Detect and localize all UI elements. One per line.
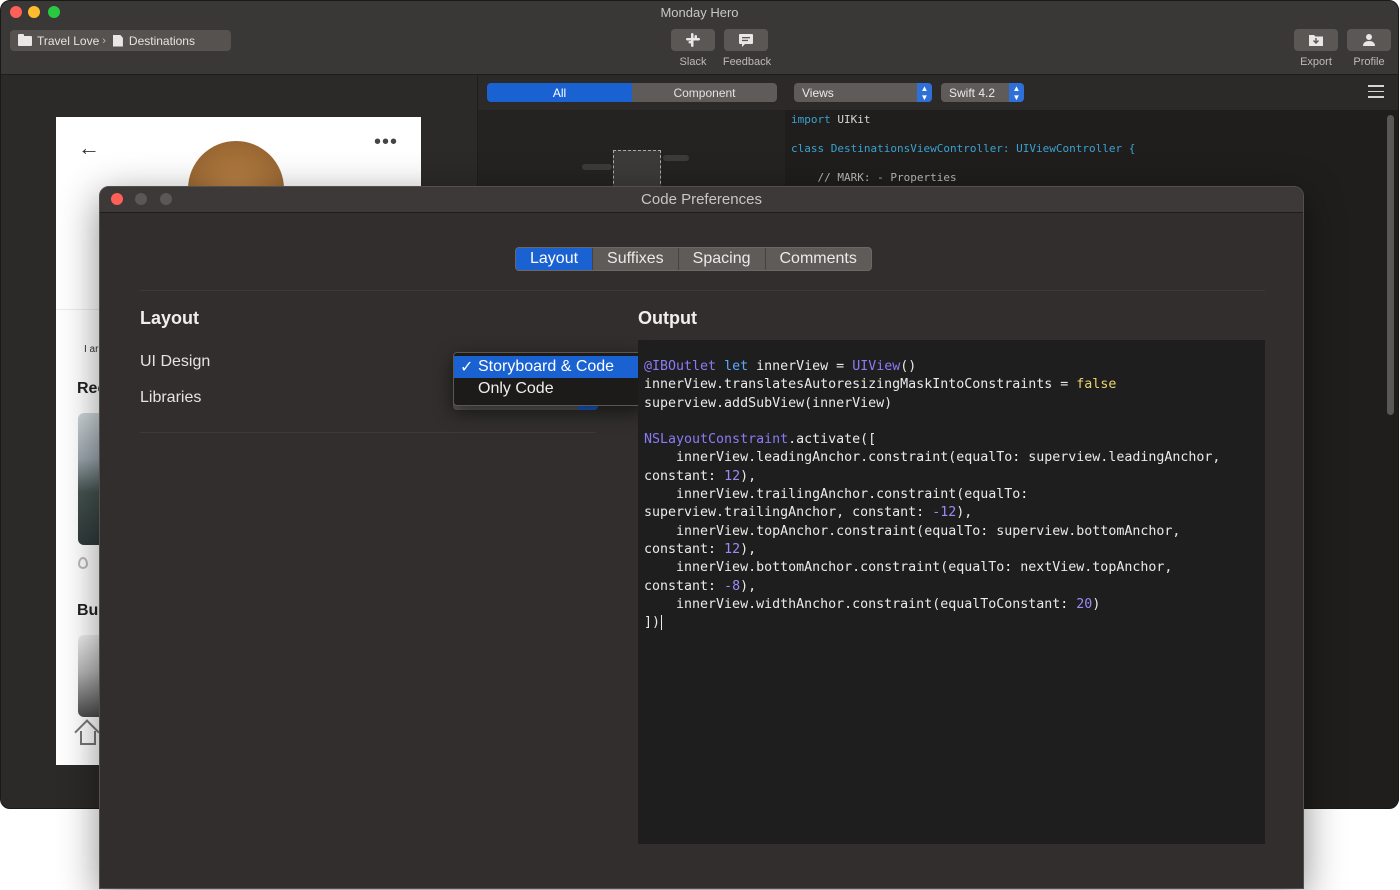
dialog-titlebar: Code Preferences: [100, 187, 1303, 213]
code-line: innerView.topAnchor.constraint(equalTo: …: [644, 523, 1181, 539]
home-icon: [80, 731, 96, 745]
profile-label: Profile: [1353, 56, 1385, 68]
output-heading: Output: [638, 308, 697, 328]
folder-icon: [18, 33, 32, 46]
ui-design-dropdown-menu[interactable]: ✓ Storyboard & Code Only Code: [453, 352, 643, 406]
preview-heading: Bu: [77, 602, 99, 619]
breadcrumb-screen[interactable]: Destinations: [129, 34, 195, 48]
code-line: innerView.widthAnchor.constraint(equalTo…: [644, 596, 1101, 612]
preferences-tabs[interactable]: Layout Suffixes Spacing Comments: [515, 247, 872, 271]
location-pin-icon: [78, 557, 88, 569]
code-keyword: import: [791, 113, 831, 126]
menu-item-label: Only Code: [478, 380, 554, 397]
code-text: DestinationsViewController: UIViewContro…: [824, 142, 1136, 155]
code-line: constant: -8),: [644, 578, 757, 594]
code-toolbar: Views ▲ ▼ Swift 4.2 ▲ ▼: [785, 75, 1398, 110]
code-preferences-dialog: Code Preferences Layout Suffixes Spacing…: [99, 186, 1304, 889]
code-line: innerView.translatesAutoresizingMaskInto…: [644, 377, 1117, 393]
ui-design-label: UI Design: [140, 353, 211, 370]
chevron-updown-icon: ▲ ▼: [917, 83, 932, 102]
profile-button[interactable]: [1347, 29, 1391, 51]
code-line: innerView.leadingAnchor.constraint(equal…: [644, 450, 1221, 466]
more-icon: •••: [374, 131, 399, 153]
sliders-icon[interactable]: [1368, 85, 1384, 99]
divider: [140, 290, 1265, 291]
output-code-view[interactable]: @IBOutlet let innerView = UIView() innerV…: [638, 340, 1265, 844]
slack-icon: [686, 33, 700, 47]
scrollbar[interactable]: [1387, 115, 1394, 415]
checkmark-icon: ✓: [460, 359, 474, 376]
feedback-button[interactable]: [724, 29, 768, 51]
breadcrumb[interactable]: Travel Love › Destinations: [10, 30, 231, 51]
breadcrumb-project[interactable]: Travel Love: [37, 34, 99, 48]
chevron-updown-icon: ▲ ▼: [1009, 83, 1024, 102]
chat-bubble-icon: [739, 33, 753, 47]
back-arrow-icon: ←: [78, 135, 100, 160]
code-line: innerView.bottomAnchor.constraint(equalT…: [644, 560, 1173, 576]
person-icon: [1363, 34, 1375, 46]
swift-version-value: Swift 4.2: [949, 85, 996, 100]
tab-spacing[interactable]: Spacing: [679, 248, 766, 270]
preview-bar: [582, 164, 612, 170]
feedback-label: Feedback: [722, 56, 772, 68]
tab-layout[interactable]: Layout: [516, 248, 594, 270]
code-line: constant: 12),: [644, 468, 757, 484]
code-keyword: class: [791, 142, 825, 155]
document-icon: [112, 34, 123, 47]
code-line: constant: 12),: [644, 541, 757, 557]
code-line: ]): [644, 614, 663, 631]
divider: [140, 432, 596, 433]
code-comment: // MARK: - Properties: [791, 171, 957, 184]
export-button[interactable]: [1294, 29, 1338, 51]
tab-suffixes[interactable]: Suffixes: [593, 248, 679, 270]
tab-comments[interactable]: Comments: [766, 248, 871, 270]
menu-item-only-code[interactable]: Only Code: [454, 378, 642, 400]
segment-all[interactable]: All: [487, 83, 632, 102]
code-line: superview.trailingAnchor, constant: -12)…: [644, 505, 973, 521]
main-titlebar: Monday Hero Travel Love › Destinations S…: [1, 1, 1398, 75]
segment-component[interactable]: Component: [632, 83, 777, 102]
filter-segmented-control[interactable]: All Component: [487, 83, 777, 102]
slack-button[interactable]: [671, 29, 715, 51]
menu-item-storyboard-and-code[interactable]: ✓ Storyboard & Code: [454, 356, 642, 378]
code-line: superview.addSubView(innerView): [644, 395, 893, 411]
layout-heading: Layout: [140, 308, 200, 328]
views-select[interactable]: Views ▲ ▼: [794, 83, 932, 102]
code-text: UIKit: [830, 113, 871, 126]
dialog-title: Code Preferences: [641, 191, 762, 208]
code-line: innerView.trailingAnchor.constraint(equa…: [644, 487, 1029, 503]
export-icon: [1309, 35, 1323, 46]
preview-bar: [663, 155, 689, 161]
text-caret: [661, 614, 663, 630]
views-select-value: Views: [802, 85, 834, 100]
code-line: NSLayoutConstraint.activate([: [644, 432, 877, 448]
menu-item-label: Storyboard & Code: [478, 358, 615, 375]
breadcrumb-separator: ›: [102, 34, 106, 47]
window-title: Monday Hero: [660, 5, 739, 20]
preview-text: I ar: [84, 344, 99, 355]
libraries-label: Libraries: [140, 389, 202, 406]
code-line: @IBOutlet let innerView = UIView(): [644, 359, 917, 374]
swift-version-select[interactable]: Swift 4.2 ▲ ▼: [941, 83, 1024, 102]
